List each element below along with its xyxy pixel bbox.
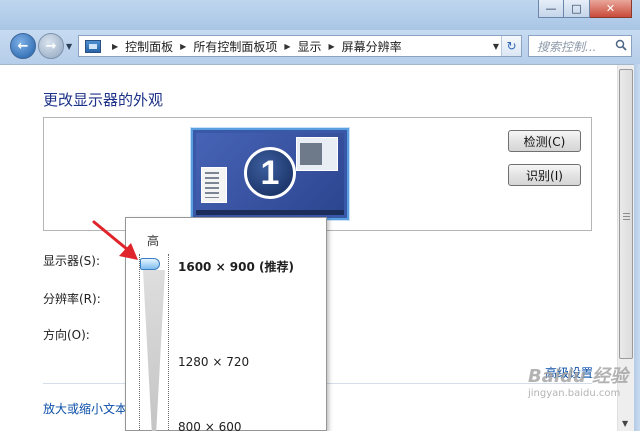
resolution-option[interactable]: 800 × 600 xyxy=(178,420,242,431)
resolution-option[interactable]: 1280 × 720 xyxy=(178,355,249,369)
resolution-dropdown: 高 1600 × 900 (推荐) 1280 × 720 800 × 600 xyxy=(125,217,327,431)
page-title: 更改显示器的外观 xyxy=(43,91,164,109)
breadcrumb-item[interactable]: 显示 xyxy=(298,38,322,55)
navigation-bar: ← → ▼ ▶ 控制面板 ▶ 所有控制面板项 ▶ 显示 ▶ 屏幕分辨率 ▼ ↻ … xyxy=(0,30,640,64)
detect-button[interactable]: 检测(C) xyxy=(508,130,581,152)
watermark-main: Baidu 经验 xyxy=(528,366,629,387)
recent-pages-chevron-icon[interactable]: ▼ xyxy=(66,42,72,51)
back-button[interactable]: ← xyxy=(10,33,36,59)
resolution-label: 分辨率(R): xyxy=(43,292,101,306)
monitor-arrangement-area: 1 检测(C) 识别(I) xyxy=(43,117,592,231)
arrow-left-icon: ← xyxy=(17,38,29,54)
minimize-button[interactable]: — xyxy=(538,0,564,18)
search-input[interactable]: 搜索控制... xyxy=(528,35,632,57)
identify-button[interactable]: 识别(I) xyxy=(508,164,581,186)
monitor-number-badge: 1 xyxy=(244,147,296,199)
chevron-right-icon[interactable]: ▶ xyxy=(329,42,335,51)
orientation-label: 方向(O): xyxy=(43,328,90,342)
taskbar-thumbnail xyxy=(196,210,344,215)
window-border xyxy=(634,64,640,431)
breadcrumb-item[interactable]: 屏幕分辨率 xyxy=(342,38,402,55)
forward-button[interactable]: → xyxy=(38,33,64,59)
arrow-right-icon: → xyxy=(45,38,57,54)
monitor-screen-image: 1 xyxy=(196,133,344,215)
chevron-right-icon[interactable]: ▶ xyxy=(284,42,290,51)
monitor-1[interactable]: 1 xyxy=(191,128,349,220)
window-thumbnail xyxy=(201,167,227,203)
chevron-right-icon[interactable]: ▶ xyxy=(112,42,118,51)
window-controls: — □ ✕ xyxy=(538,0,632,18)
maximize-button[interactable]: □ xyxy=(564,0,590,18)
title-bar: — □ ✕ xyxy=(0,0,640,30)
chevron-right-icon[interactable]: ▶ xyxy=(180,42,186,51)
window-thumbnail xyxy=(296,137,338,171)
scrollbar-thumb[interactable] xyxy=(619,69,633,359)
watermark-logo: Baidu 经验 jingyan.baidu.com xyxy=(528,362,628,399)
zoom-text-link[interactable]: 放大或缩小文本 xyxy=(43,400,127,417)
breadcrumb-item[interactable]: 所有控制面板项 xyxy=(193,38,277,55)
close-button[interactable]: ✕ xyxy=(590,0,632,18)
scroll-down-icon[interactable]: ▼ xyxy=(622,419,628,428)
watermark-url: jingyan.baidu.com xyxy=(528,388,621,399)
annotation-arrow-icon xyxy=(92,220,138,260)
refresh-icon[interactable]: ↻ xyxy=(501,36,521,56)
chevron-down-icon[interactable]: ▼ xyxy=(493,42,499,51)
control-panel-icon xyxy=(85,39,101,53)
breadcrumb-item[interactable]: 控制面板 xyxy=(125,38,173,55)
address-bar[interactable]: ▶ 控制面板 ▶ 所有控制面板项 ▶ 显示 ▶ 屏幕分辨率 ▼ ↻ xyxy=(78,35,522,57)
grip-icon xyxy=(623,213,630,220)
high-label: 高 xyxy=(147,234,160,248)
resolution-option[interactable]: 1600 × 900 (推荐) xyxy=(178,258,294,275)
search-icon xyxy=(615,39,627,51)
search-placeholder: 搜索控制... xyxy=(537,39,597,54)
